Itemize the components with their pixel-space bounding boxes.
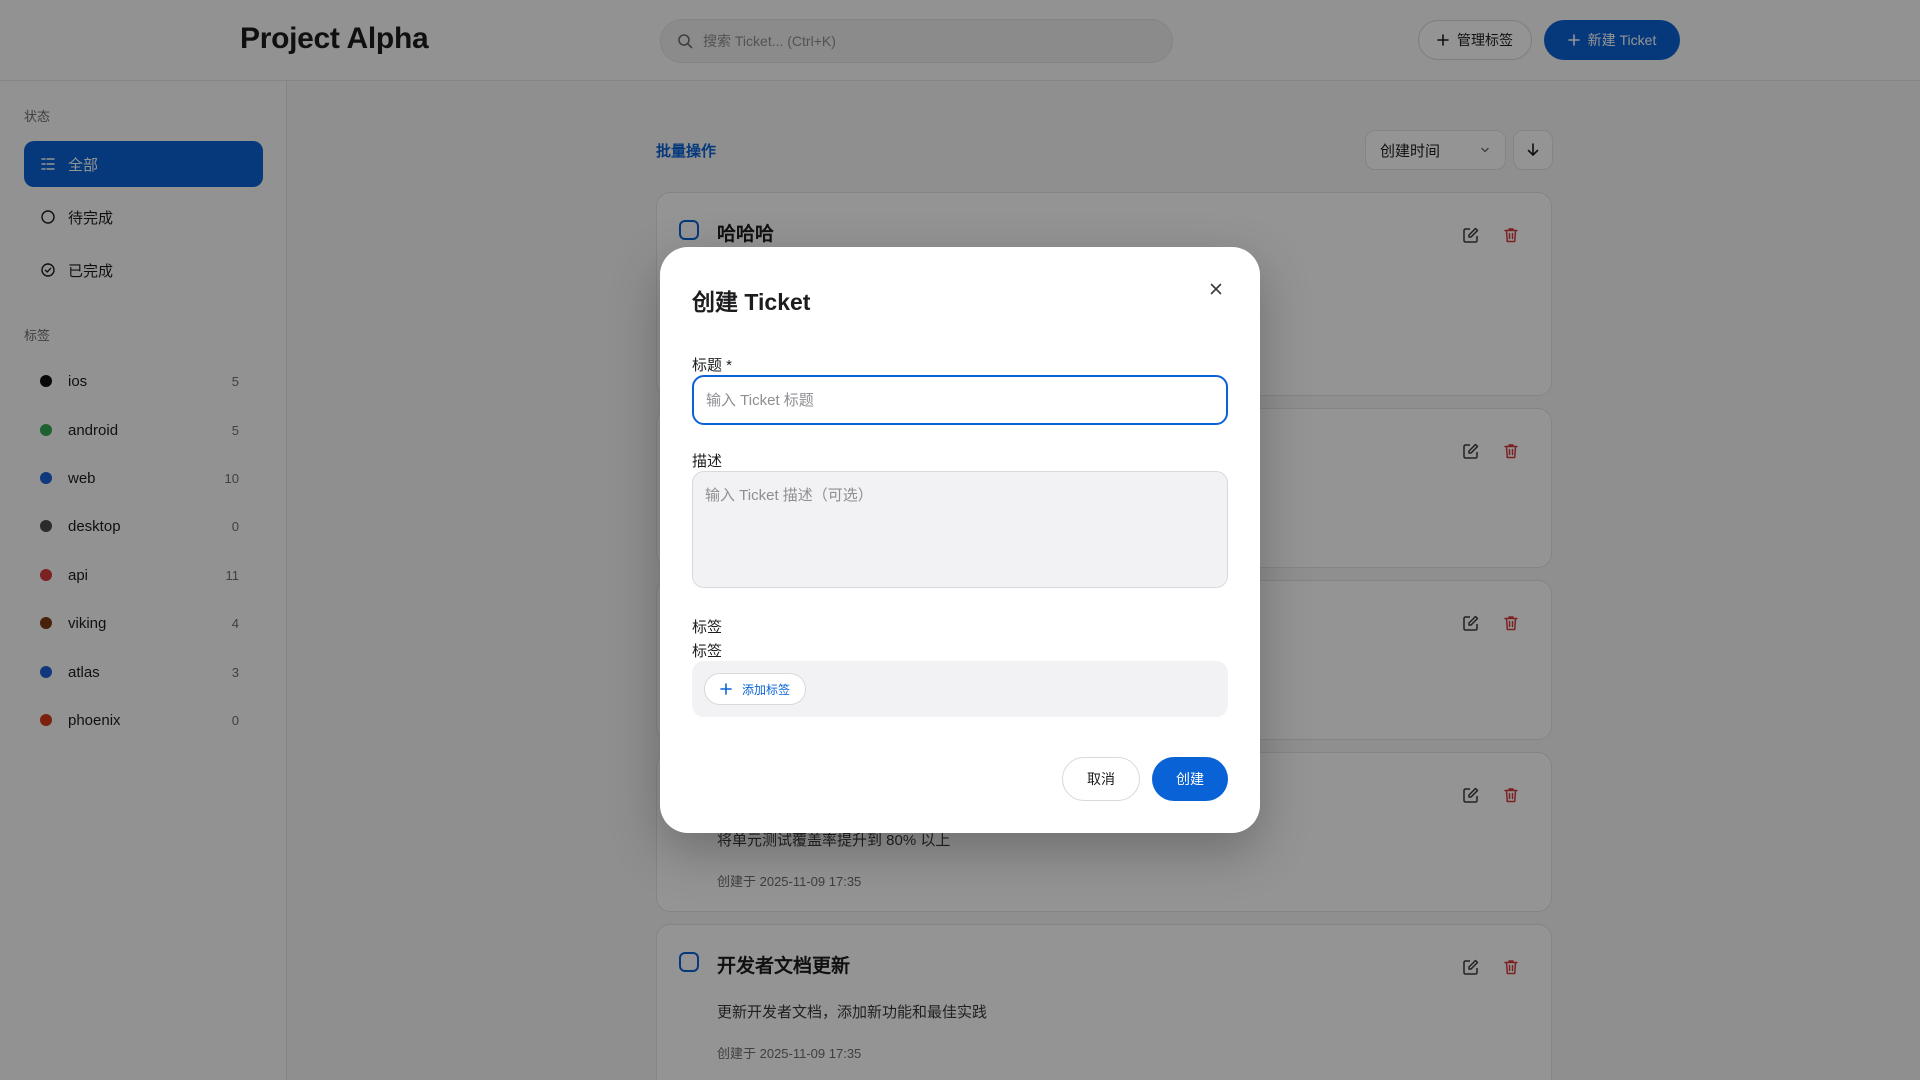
description-field-label: 描述 [692,453,723,470]
close-icon[interactable] [1204,277,1228,301]
description-input[interactable] [692,471,1228,588]
title-input[interactable] [692,375,1228,425]
title-field-label: 标题 * [692,357,733,374]
add-tag-label: 添加标签 [741,682,790,697]
modal-title: 创建 Ticket [692,289,811,315]
cancel-button[interactable]: 取消 [1062,757,1140,801]
tags-field-label: 标签 [692,619,723,636]
tags-container: 添加标签 [692,661,1228,717]
add-tag-button[interactable]: 添加标签 [704,673,806,705]
create-ticket-modal: 创建 Ticket 标题 * 描述 标签 标签 添加标签 取消 创建 [660,247,1260,833]
create-button[interactable]: 创建 [1152,757,1228,801]
tags-field-sublabel: 标签 [692,643,723,660]
plus-icon [720,683,732,695]
